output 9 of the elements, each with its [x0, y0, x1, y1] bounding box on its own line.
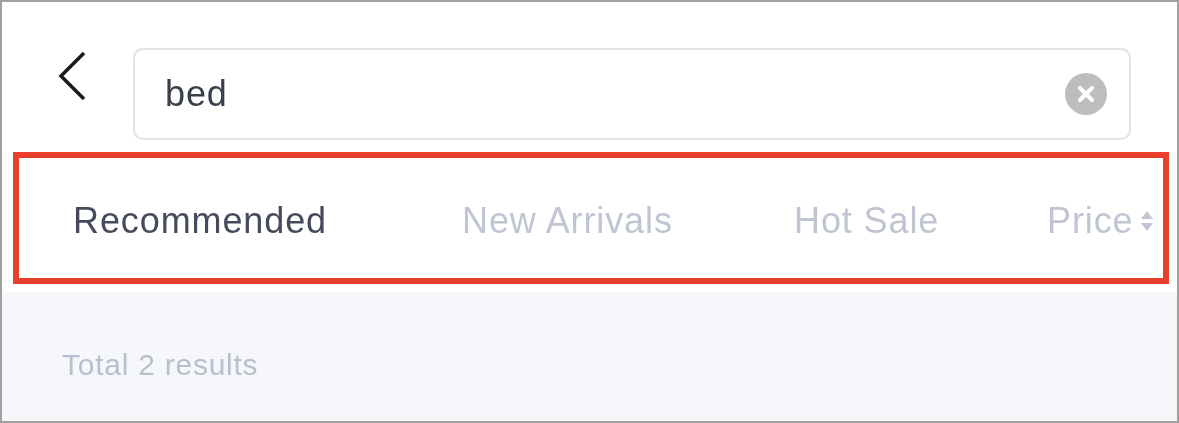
results-count: Total 2 results: [62, 348, 259, 381]
close-icon: [1077, 85, 1095, 103]
tab[interactable]: New Arrivals: [462, 194, 673, 248]
search-field[interactable]: bed: [133, 48, 1131, 140]
tab[interactable]: Price: [1047, 194, 1134, 248]
sort-icon: [1139, 209, 1154, 233]
tab[interactable]: Recommended: [73, 194, 328, 248]
tab[interactable]: Hot Sale: [794, 194, 940, 248]
back-icon: [57, 51, 87, 101]
